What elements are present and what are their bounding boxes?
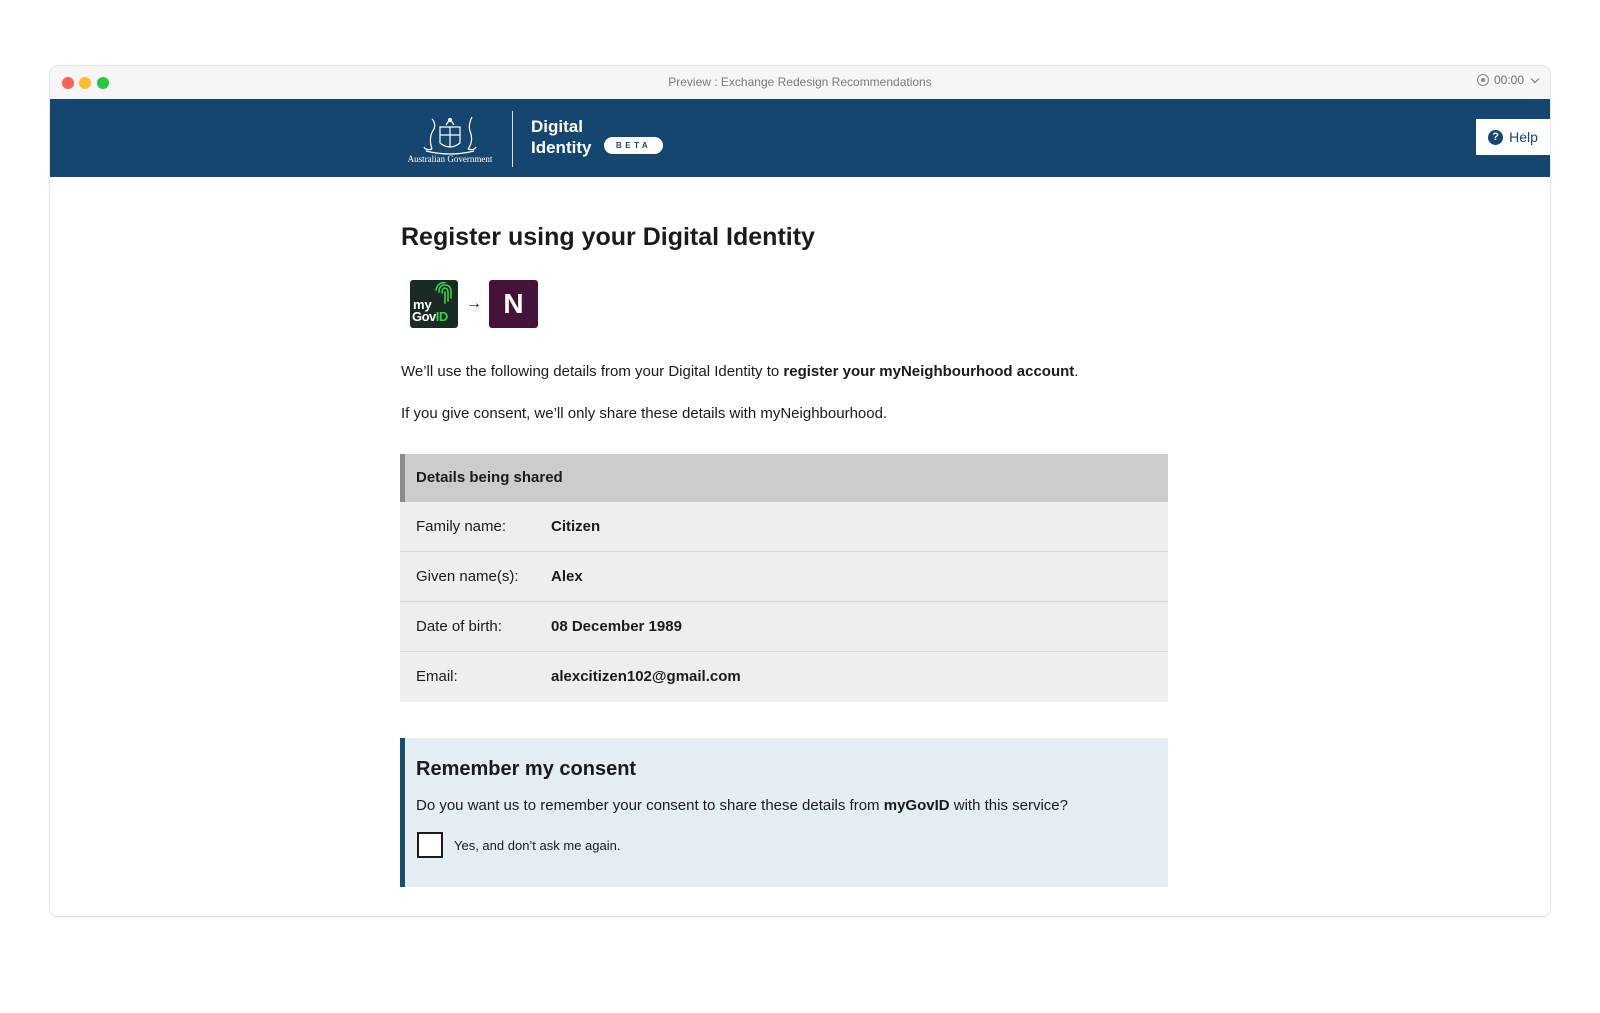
consent-question-end: with this service? <box>949 797 1068 814</box>
table-row: Email: alexcitizen102@gmail.com <box>400 652 1168 702</box>
record-icon <box>1476 74 1489 86</box>
row-label: Given name(s): <box>416 568 519 585</box>
row-value: Alex <box>551 568 583 585</box>
intro-text-end: . <box>1074 363 1079 380</box>
beta-badge: BETA <box>604 137 664 154</box>
row-value: alexcitizen102@gmail.com <box>551 668 741 685</box>
row-label: Date of birth: <box>416 618 502 635</box>
intro-text-start: We’ll use the following details from you… <box>401 363 784 380</box>
title-line-2: Identity <box>531 138 592 157</box>
consent-question-bold: myGovID <box>883 797 950 814</box>
recording-timer[interactable]: 00:00 <box>1476 73 1540 87</box>
row-value: 08 December 1989 <box>551 618 682 635</box>
window-title: Preview : Exchange Redesign Recommendati… <box>668 75 932 89</box>
fingerprint-icon <box>435 282 452 304</box>
mygovid-logo-gov: Gov <box>412 309 436 324</box>
remember-consent-panel: Remember my consent Do you want us to re… <box>400 738 1168 887</box>
intro-text-bold: register your myNeighbourhood account <box>783 363 1075 380</box>
consent-question: Do you want us to remember your consent … <box>416 797 1068 814</box>
chevron-down-icon <box>1530 74 1540 83</box>
mygovid-logo: my GovID <box>410 280 458 328</box>
window-titlebar: Preview : Exchange Redesign Recommendati… <box>50 66 1550 100</box>
row-label: Family name: <box>416 518 507 535</box>
site-header: Australian Government Digital Identity B… <box>50 99 1550 177</box>
details-table: Details being shared Family name: Citize… <box>400 454 1168 702</box>
browser-window: Preview : Exchange Redesign Recommendati… <box>50 66 1550 916</box>
row-value: Citizen <box>551 518 601 535</box>
digital-identity-title: Digital Identity <box>531 116 591 158</box>
arrow-right-icon: → <box>466 295 482 312</box>
consent-note: If you give consent, we’ll only share th… <box>401 405 888 422</box>
remember-consent-checkbox[interactable] <box>417 832 443 858</box>
government-label: Australian Government <box>407 154 493 164</box>
consent-question-start: Do you want us to remember your consent … <box>416 797 884 814</box>
timer-value: 00:00 <box>1493 73 1524 87</box>
table-row: Date of birth: 08 December 1989 <box>400 602 1168 652</box>
title-line-1: Digital <box>531 117 583 136</box>
mygovid-logo-govid: GovID <box>412 310 448 323</box>
row-label: Email: <box>416 668 458 685</box>
question-icon: ? <box>1488 129 1504 145</box>
myneighbourhood-logo: N <box>489 280 538 328</box>
header-divider <box>512 111 513 167</box>
table-row: Given name(s): Alex <box>400 552 1168 602</box>
help-button[interactable]: ? Help <box>1476 119 1550 155</box>
help-label: Help <box>1509 129 1538 145</box>
consent-heading: Remember my consent <box>416 758 637 780</box>
mygovid-logo-id: ID <box>435 309 449 324</box>
remember-consent-option[interactable]: Yes, and don’t ask me again. <box>417 832 620 858</box>
intro-text: We’ll use the following details from you… <box>401 363 1078 380</box>
page-title: Register using your Digital Identity <box>401 223 815 251</box>
identity-flow-logos: my GovID → N <box>410 280 538 328</box>
checkbox-label[interactable]: Yes, and don’t ask me again. <box>454 838 620 853</box>
table-row: Family name: Citizen <box>400 502 1168 552</box>
details-heading: Details being shared <box>400 454 1168 502</box>
